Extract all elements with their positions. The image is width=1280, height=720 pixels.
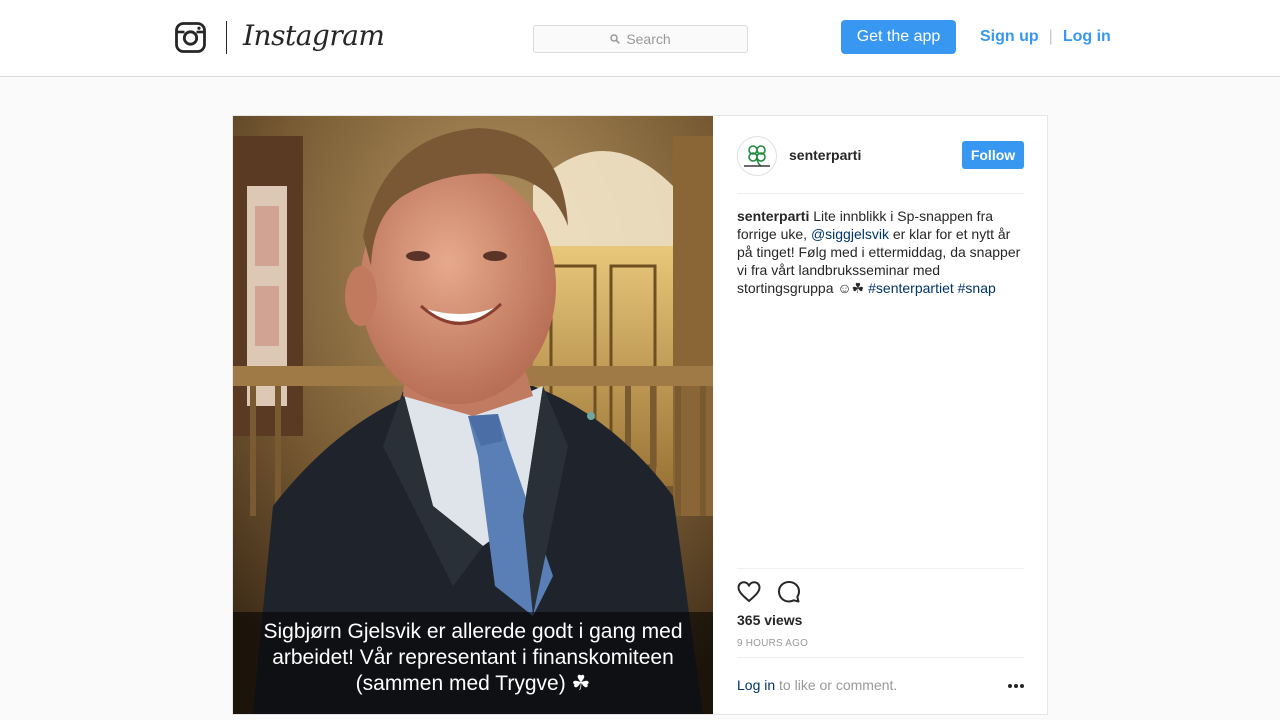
post-timestamp[interactable]: 9 HOURS AGO [737, 638, 808, 649]
dot [1008, 684, 1012, 688]
follow-button[interactable]: Follow [962, 141, 1024, 169]
overlay-line-3: (sammen med Trygve) ☘ [355, 672, 591, 695]
search-icon [610, 34, 621, 44]
hashtag-link-senterpartiet[interactable]: #senterpartiet [868, 280, 954, 296]
avatar[interactable] [737, 136, 777, 176]
divider [737, 193, 1024, 194]
log-in-link[interactable]: Log in [1063, 28, 1111, 46]
instagram-wordmark: Instagram [243, 19, 385, 52]
auth-links: Sign up | Log in [980, 26, 1111, 48]
dot [1014, 684, 1018, 688]
hashtag-link-snap[interactable]: #snap [958, 280, 996, 296]
caption-username[interactable]: senterparti [737, 208, 809, 224]
more-options-icon[interactable] [1008, 682, 1024, 690]
top-navigation-bar: Instagram Search Get the app Sign up | L… [0, 0, 1280, 77]
instagram-glyph-icon [175, 21, 206, 53]
post-caption: senterparti Lite innblikk i Sp-snappen f… [737, 207, 1024, 297]
search-input[interactable]: Search [533, 25, 748, 53]
view-count: 365 views [737, 612, 803, 628]
video-overlay-caption: Sigbjørn Gjelsvik er allerede godt i gan… [233, 612, 713, 714]
brand-divider [226, 20, 227, 54]
post-owner-header: senterparti Follow [737, 136, 1024, 176]
owner-username[interactable]: senterparti [789, 147, 861, 163]
brand-logo[interactable]: Instagram [175, 19, 385, 55]
post-video[interactable]: Sigbjørn Gjelsvik er allerede godt i gan… [233, 116, 713, 714]
like-button[interactable] [737, 580, 761, 604]
post-sidebar: senterparti Follow senterparti Lite innb… [713, 116, 1047, 714]
overlay-line-2: arbeidet! Vår representant i finanskomit… [272, 646, 674, 669]
comment-log-in-link[interactable]: Log in [737, 677, 775, 693]
post-actions [737, 580, 817, 604]
mention-link[interactable]: @siggjelsvik [811, 226, 889, 242]
get-the-app-button[interactable]: Get the app [841, 20, 956, 54]
dot [1020, 684, 1024, 688]
divider [737, 657, 1024, 658]
auth-separator: | [1048, 28, 1053, 45]
heart-icon [737, 581, 761, 603]
overlay-line-1: Sigbjørn Gjelsvik er allerede godt i gan… [263, 620, 683, 643]
comment-bubble-icon [778, 581, 800, 603]
comment-button[interactable] [777, 580, 801, 604]
sign-up-link[interactable]: Sign up [980, 28, 1039, 46]
divider [737, 568, 1024, 569]
search-placeholder: Search [626, 31, 671, 47]
senterpartiet-clover-logo-icon [744, 145, 770, 167]
comment-prompt: Log in to like or comment. [737, 677, 1024, 693]
post-card: Sigbjørn Gjelsvik er allerede godt i gan… [232, 115, 1048, 715]
comment-prompt-text: to like or comment. [775, 677, 898, 693]
